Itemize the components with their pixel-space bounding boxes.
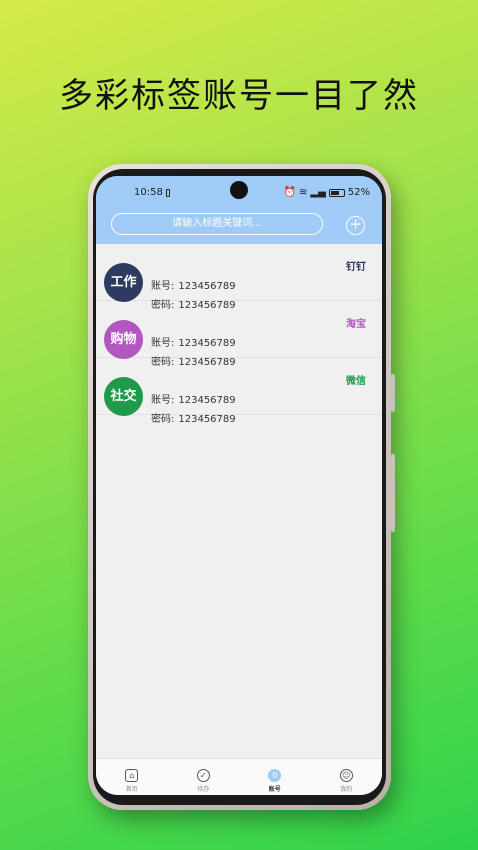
platform-tag: 钉钉 xyxy=(346,262,366,273)
headline: 多彩标签账号一目了然 xyxy=(59,76,419,116)
account-line: 账号: 123456789 xyxy=(151,277,236,292)
signal-icon: ▂▄ xyxy=(310,187,326,198)
nav-item[interactable]: ⌂ 首页 xyxy=(96,759,168,795)
battery-icon xyxy=(328,188,345,197)
category-avatar: 工作 xyxy=(104,263,143,302)
alarm-icon: ⏰ xyxy=(283,187,296,198)
password-line: 密码: 123456789 xyxy=(151,410,236,425)
account-label: 账号: xyxy=(151,338,175,349)
phone-screen: 10:58 ⏰ ≋ ▂▄ 52% 请输入标题关键词... + 工作 钉钉 账号:… xyxy=(96,176,382,795)
nav-label: 首页 xyxy=(125,786,138,793)
account-item[interactable]: 工作 钉钉 账号: 123456789 密码: 123456789 xyxy=(96,244,382,311)
password-label: 密码: xyxy=(151,414,175,425)
battery-saver-icon xyxy=(166,189,170,197)
nav-label: 我的 xyxy=(340,786,353,793)
account-list: 工作 钉钉 账号: 123456789 密码: 123456789 购物 淘宝 账号… xyxy=(96,244,382,425)
user-icon: ☺ xyxy=(339,769,353,782)
platform-tag: 淘宝 xyxy=(346,319,366,330)
password-value: 123456789 xyxy=(178,414,236,425)
account-label: 账号: xyxy=(151,281,175,292)
power-button xyxy=(391,454,395,532)
category-avatar: 社交 xyxy=(104,377,143,416)
account-value: 123456789 xyxy=(178,395,236,406)
nav-item[interactable]: 0 账号 xyxy=(239,759,311,795)
account-item[interactable]: 社交 微信 账号: 123456789 密码: 123456789 xyxy=(96,358,382,425)
account-value: 123456789 xyxy=(178,338,236,349)
top-bar: 10:58 ⏰ ≋ ▂▄ 52% 请输入标题关键词... + xyxy=(96,176,382,244)
check-circle-icon: ✓ xyxy=(196,769,210,782)
home-icon: ⌂ xyxy=(125,769,139,782)
account-item[interactable]: 购物 淘宝 账号: 123456789 密码: 123456789 xyxy=(96,301,382,368)
status-icons: ⏰ ≋ ▂▄ 52% xyxy=(284,187,370,198)
status-time: 10:58 xyxy=(134,187,163,198)
account-icon: 0 xyxy=(268,769,282,782)
nav-item[interactable]: ☺ 我的 xyxy=(311,759,383,795)
add-account-button[interactable]: + xyxy=(346,216,365,235)
account-line: 账号: 123456789 xyxy=(151,334,236,349)
nav-label: 账号 xyxy=(268,786,281,793)
search-input[interactable]: 请输入标题关键词... xyxy=(111,213,323,235)
battery-percent: 52% xyxy=(347,187,370,198)
volume-button xyxy=(391,374,395,412)
wifi-icon: ≋ xyxy=(298,187,308,198)
platform-tag: 微信 xyxy=(346,376,366,387)
nav-item[interactable]: ✓ 待办 xyxy=(168,759,240,795)
front-camera xyxy=(230,181,248,199)
nav-label: 待办 xyxy=(197,786,210,793)
bottom-nav: ⌂ 首页 ✓ 待办 0 账号 ☺ 我的 xyxy=(96,758,382,795)
account-label: 账号: xyxy=(151,395,175,406)
account-line: 账号: 123456789 xyxy=(151,391,236,406)
category-avatar: 购物 xyxy=(104,320,143,359)
account-value: 123456789 xyxy=(178,281,236,292)
